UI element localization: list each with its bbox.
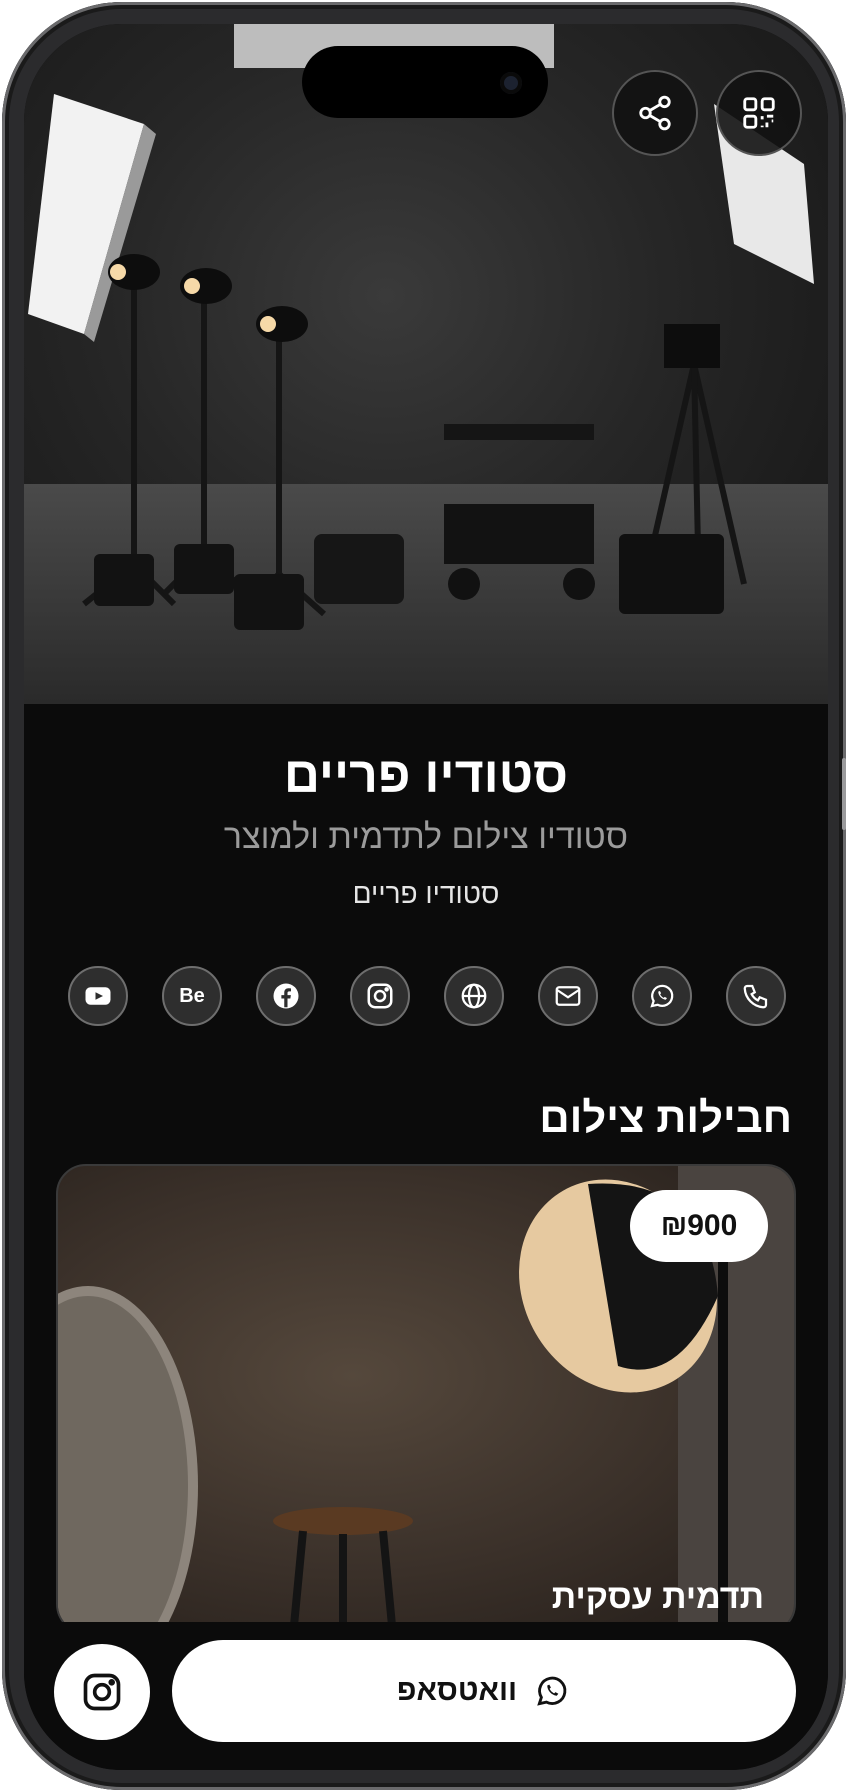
social-links: Be bbox=[68, 966, 788, 1026]
package-title: תדמית עסקית bbox=[551, 1578, 764, 1616]
behance-icon: Be bbox=[179, 984, 205, 1007]
dynamic-island bbox=[302, 46, 548, 118]
globe-icon bbox=[461, 983, 487, 1009]
studio-equipment-illustration bbox=[28, 24, 814, 630]
package-price-badge: ₪900 bbox=[630, 1190, 768, 1262]
instagram-icon bbox=[367, 983, 393, 1009]
youtube-button[interactable] bbox=[68, 966, 128, 1026]
whatsapp-icon bbox=[650, 984, 674, 1008]
website-button[interactable] bbox=[444, 966, 504, 1026]
phone-frame: סטודיו פריים סטודיו צילום לתדמית ולמוצר … bbox=[2, 2, 846, 1790]
qr-code-icon bbox=[743, 97, 775, 129]
instagram-icon bbox=[83, 1673, 121, 1711]
whatsapp-button[interactable] bbox=[632, 966, 692, 1026]
email-button[interactable] bbox=[538, 966, 598, 1026]
share-button[interactable] bbox=[612, 70, 698, 156]
hero-image bbox=[24, 24, 828, 704]
instagram-button[interactable] bbox=[350, 966, 410, 1026]
mail-icon bbox=[555, 986, 581, 1006]
whatsapp-cta-button[interactable]: וואטסאפ bbox=[172, 1640, 796, 1742]
section-title-packages: חבילות צילום bbox=[539, 1094, 792, 1141]
share-icon bbox=[639, 95, 671, 131]
behance-button[interactable]: Be bbox=[162, 966, 222, 1026]
whatsapp-icon bbox=[537, 1676, 567, 1706]
screen: סטודיו פריים סטודיו צילום לתדמית ולמוצר … bbox=[24, 24, 828, 1770]
phone-button[interactable] bbox=[726, 966, 786, 1026]
package-card[interactable]: ₪900 תדמית עסקית bbox=[56, 1164, 796, 1634]
business-name: סטודיו פריים bbox=[283, 747, 569, 803]
instagram-floating-button[interactable] bbox=[54, 1644, 150, 1740]
whatsapp-cta-label: וואטסאפ bbox=[396, 1674, 518, 1707]
business-subtitle: סטודיו צילום לתדמית ולמוצר bbox=[223, 818, 629, 856]
youtube-icon bbox=[85, 987, 111, 1005]
phone-icon bbox=[743, 984, 768, 1009]
side-button bbox=[842, 758, 846, 830]
qr-code-button[interactable] bbox=[716, 70, 802, 156]
facebook-icon bbox=[273, 983, 299, 1009]
facebook-button[interactable] bbox=[256, 966, 316, 1026]
business-tag: סטודיו פריים bbox=[352, 878, 500, 909]
